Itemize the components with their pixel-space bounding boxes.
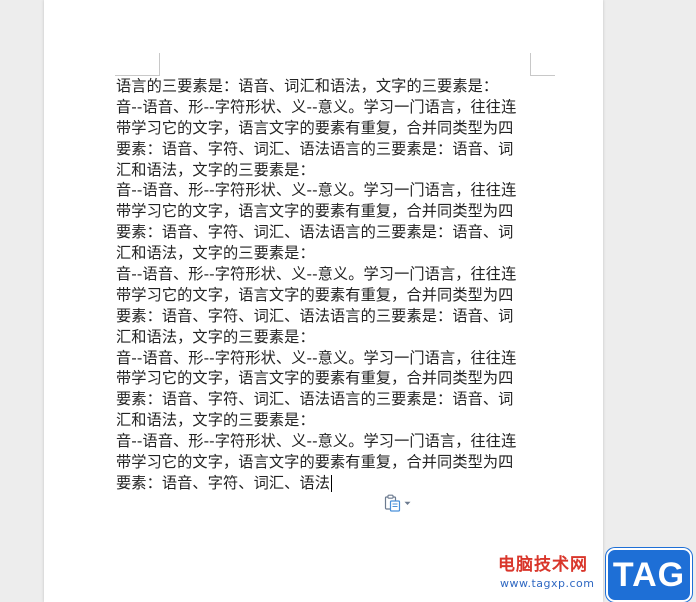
paste-options-button[interactable] [384, 494, 414, 512]
text-line: 音--语音、形--字符形状、义--意义。学习一门语言，往往连 [116, 432, 517, 451]
text-line: 带学习它的文字，语言文字的要素有重复，合并同类型为四 [116, 202, 514, 221]
text-line: 汇和语法，文字的三要素是： [116, 244, 315, 263]
watermark-url: www.tagxp.com [500, 577, 595, 590]
watermark-tag-logo: TAG [606, 548, 692, 602]
clipboard-icon [384, 494, 401, 512]
text-cursor [331, 474, 333, 492]
text-line: 带学习它的文字，语言文字的要素有重复，合并同类型为四 [116, 118, 514, 137]
text-line: 音--语音、形--字符形状、义--意义。学习一门语言，往往连 [116, 97, 517, 116]
text-line: 汇和语法，文字的三要素是： [116, 411, 315, 430]
text-line: 要素：语音、字符、词汇、语法语言的三要素是：语音、词 [116, 223, 514, 242]
text-line: 汇和语法，文字的三要素是： [116, 160, 315, 179]
document-workspace: 语言的三要素是：语音、词汇和语法，文字的三要素是： 音--语音、形--字符形状、… [0, 0, 696, 602]
document-page[interactable]: 语言的三要素是：语音、词汇和语法，文字的三要素是： 音--语音、形--字符形状、… [44, 0, 603, 602]
text-line: 汇和语法，文字的三要素是： [116, 327, 315, 346]
text-line: 带学习它的文字，语言文字的要素有重复，合并同类型为四 [116, 285, 514, 304]
text-line: 要素：语音、字符、词汇、语法语言的三要素是：语音、词 [116, 390, 514, 409]
text-line: 要素：语音、字符、词汇、语法 [116, 473, 333, 492]
caret-down-icon [404, 501, 411, 505]
text-line: 带学习它的文字，语言文字的要素有重复，合并同类型为四 [116, 453, 514, 472]
text-line: 音--语音、形--字符形状、义--意义。学习一门语言，往往连 [116, 181, 517, 200]
watermark-title: 电脑技术网 [498, 555, 588, 575]
text-line: 音--语音、形--字符形状、义--意义。学习一门语言，往往连 [116, 348, 517, 367]
document-body-text[interactable]: 语言的三要素是：语音、词汇和语法，文字的三要素是： 音--语音、形--字符形状、… [116, 76, 536, 494]
site-watermark: 电脑技术网 www.tagxp.com TAG [498, 548, 694, 602]
text-line: 带学习它的文字，语言文字的要素有重复，合并同类型为四 [116, 369, 514, 388]
text-line: 音--语音、形--字符形状、义--意义。学习一门语言，往往连 [116, 265, 517, 284]
margin-marker-top-right [530, 53, 555, 76]
text-line: 要素：语音、字符、词汇、语法语言的三要素是：语音、词 [116, 139, 514, 158]
text-line: 要素：语音、字符、词汇、语法语言的三要素是：语音、词 [116, 306, 514, 325]
margin-marker-top-left [115, 53, 160, 76]
text-line: 语言的三要素是：语音、词汇和语法，文字的三要素是： [116, 77, 499, 95]
